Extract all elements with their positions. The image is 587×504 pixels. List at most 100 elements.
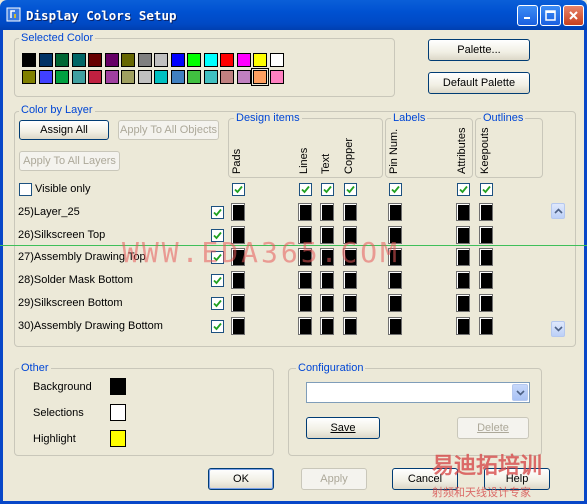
color-swatch[interactable] — [154, 53, 168, 67]
color-swatch[interactable] — [88, 53, 102, 67]
color-swatch[interactable] — [22, 53, 36, 67]
column-visible-checkbox[interactable] — [344, 183, 357, 196]
layer-color-box[interactable] — [456, 203, 470, 221]
color-swatch[interactable] — [203, 70, 218, 84]
layer-color-box[interactable] — [231, 293, 245, 312]
layer-color-box[interactable] — [298, 203, 312, 221]
color-swatch[interactable] — [104, 70, 119, 84]
color-swatch[interactable] — [121, 53, 135, 67]
color-swatch[interactable] — [236, 53, 251, 67]
layer-color-box[interactable] — [231, 271, 245, 290]
layer-scrollbar[interactable] — [550, 200, 566, 340]
layer-color-box[interactable] — [320, 203, 334, 221]
palette-button[interactable]: Palette... — [428, 39, 530, 61]
layer-color-box[interactable] — [298, 293, 312, 312]
color-swatch[interactable] — [137, 53, 152, 67]
default-palette-button[interactable]: Default Palette — [428, 72, 530, 94]
color-swatch[interactable] — [269, 70, 284, 84]
column-visible-checkbox[interactable] — [299, 183, 312, 196]
layer-color-box[interactable] — [479, 271, 493, 290]
apply-button[interactable]: Apply — [301, 468, 367, 490]
layer-color-box[interactable] — [343, 203, 357, 221]
configuration-dropdown[interactable] — [306, 382, 530, 403]
color-swatch[interactable] — [121, 70, 135, 84]
selections-color-box[interactable] — [110, 404, 126, 421]
color-swatch[interactable] — [170, 53, 185, 67]
layer-name: 26)Silkscreen Top — [18, 228, 106, 241]
visible-only-checkbox[interactable] — [19, 183, 32, 196]
layer-color-box[interactable] — [456, 271, 470, 290]
close-button[interactable] — [563, 5, 584, 26]
layer-color-box[interactable] — [320, 271, 334, 290]
layer-color-box[interactable] — [343, 271, 357, 290]
color-swatch[interactable] — [38, 53, 53, 67]
background-color-box[interactable] — [110, 378, 126, 395]
color-swatch[interactable] — [220, 53, 234, 67]
color-swatch[interactable] — [55, 53, 69, 67]
column-visible-checkbox[interactable] — [321, 183, 334, 196]
chevron-up-icon — [553, 208, 563, 214]
color-swatch[interactable] — [269, 53, 284, 67]
color-swatch[interactable] — [71, 70, 86, 84]
layer-color-box[interactable] — [456, 316, 470, 335]
layer-color-box[interactable] — [231, 203, 245, 221]
layer-color-box[interactable] — [388, 316, 402, 335]
ok-button[interactable]: OK — [208, 468, 274, 490]
dropdown-arrow-button[interactable] — [512, 384, 528, 401]
assign-all-button[interactable]: Assign All — [19, 120, 109, 140]
color-swatch[interactable] — [220, 70, 234, 84]
color-swatch[interactable] — [154, 70, 168, 84]
color-swatch[interactable] — [253, 53, 267, 67]
color-swatch[interactable] — [55, 70, 69, 84]
layer-color-box[interactable] — [388, 203, 402, 221]
layer-color-box[interactable] — [388, 271, 402, 290]
save-button[interactable]: Save — [306, 417, 380, 439]
layer-color-box[interactable] — [479, 203, 493, 221]
column-visible-checkbox[interactable] — [232, 183, 245, 196]
color-swatch[interactable] — [104, 53, 119, 67]
highlight-color-box[interactable] — [110, 430, 126, 447]
apply-to-all-layers-button[interactable]: Apply To All Layers — [19, 151, 120, 171]
layer-color-box[interactable] — [479, 248, 493, 267]
layer-visible-checkbox[interactable] — [211, 296, 224, 310]
layer-color-box[interactable] — [320, 293, 334, 312]
layer-color-box[interactable] — [343, 293, 357, 312]
column-visible-checkbox[interactable] — [389, 183, 402, 196]
color-swatch[interactable] — [137, 70, 152, 84]
color-swatch[interactable] — [71, 53, 86, 67]
layer-color-box[interactable] — [456, 225, 470, 244]
layer-color-box[interactable] — [456, 248, 470, 267]
outlines-label: Outlines — [481, 112, 526, 124]
layer-color-box[interactable] — [388, 293, 402, 312]
layer-color-box[interactable] — [231, 316, 245, 335]
layer-visible-checkbox[interactable] — [211, 274, 224, 288]
column-visible-checkbox[interactable] — [457, 183, 470, 196]
layer-color-box[interactable] — [343, 316, 357, 335]
color-swatch[interactable] — [22, 70, 36, 84]
column-visible-checkbox[interactable] — [480, 183, 493, 196]
color-swatch[interactable] — [88, 70, 102, 84]
layer-color-box[interactable] — [298, 271, 312, 290]
maximize-button[interactable] — [540, 5, 561, 26]
apply-to-all-objects-button[interactable]: Apply To All Objects — [118, 120, 219, 140]
title-bar[interactable]: Display Colors Setup — [0, 0, 587, 30]
layer-visible-checkbox[interactable] — [211, 319, 224, 333]
delete-button[interactable]: Delete — [457, 417, 529, 439]
layer-color-box[interactable] — [479, 293, 493, 312]
color-swatch[interactable] — [170, 70, 185, 84]
scroll-up-button[interactable] — [551, 203, 565, 219]
layer-color-box[interactable] — [456, 293, 470, 312]
color-swatch[interactable] — [236, 70, 251, 84]
color-swatch[interactable] — [187, 53, 201, 67]
color-swatch[interactable] — [203, 53, 218, 67]
minimize-button[interactable] — [517, 5, 538, 26]
layer-color-box[interactable] — [298, 316, 312, 335]
layer-color-box[interactable] — [479, 316, 493, 335]
scroll-down-button[interactable] — [551, 321, 565, 337]
color-swatch[interactable] — [187, 70, 201, 84]
layer-color-box[interactable] — [479, 225, 493, 244]
layer-visible-checkbox[interactable] — [211, 206, 224, 219]
selected-color-swatch[interactable] — [251, 68, 269, 86]
color-swatch[interactable] — [38, 70, 53, 84]
layer-color-box[interactable] — [320, 316, 334, 335]
